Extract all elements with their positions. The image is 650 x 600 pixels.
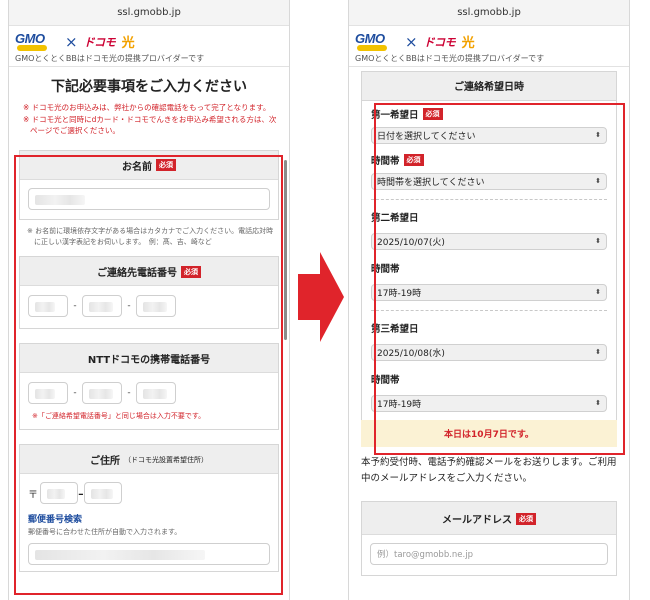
highlight-box-form (14, 155, 283, 595)
email-card: メールアドレス 必須 例）taro@gmobb.ne.jp (361, 501, 617, 577)
url-bar[interactable]: ssl.gmobb.jp (9, 0, 289, 26)
cross-mark: × (65, 32, 78, 51)
scrollbar[interactable] (284, 160, 287, 340)
docomo-hikari-logo: ドコモ光 (423, 36, 475, 51)
contact-datetime-title: ご連絡希望日時 (361, 71, 617, 101)
brand-header: GMO × ドコモ光 GMOとくとくBBはドコモ光の提携プロバイダーです (349, 26, 629, 66)
notice-list: ※ ドコモ光のお申込みは、弊社からの確認電話をもって完了となります。 ※ ドコモ… (9, 102, 289, 137)
docomo-hikari-logo: ドコモ光 (83, 36, 135, 51)
cross-mark: × (405, 32, 418, 51)
email-input[interactable]: 例）taro@gmobb.ne.jp (370, 543, 608, 566)
url-text: ssl.gmobb.jp (457, 7, 521, 18)
brand-header: GMO × ドコモ光 GMOとくとくBBはドコモ光の提携プロバイダーです (9, 26, 289, 66)
email-title: メールアドレス (442, 515, 512, 527)
page-title: 下記必要事項をご入力ください (51, 79, 247, 95)
gmo-logo: GMO (355, 31, 397, 51)
url-bar[interactable]: ssl.gmobb.jp (349, 0, 629, 26)
gmo-logo: GMO (15, 31, 57, 51)
required-badge: 必須 (516, 512, 536, 525)
notice-item: ※ ドコモ光のお申込みは、弊社からの確認電話をもって完了となります。 (23, 103, 271, 112)
url-text: ssl.gmobb.jp (117, 7, 181, 18)
right-arrow-icon (298, 252, 344, 342)
highlight-box-datetime (374, 103, 625, 455)
brand-tagline: GMOとくとくBBはドコモ光の提携プロバイダーです (15, 54, 205, 63)
notice-item: ※ ドコモ光と同時にdカード・ドコモでんきをお申込み希望される方は、次ページでご… (23, 114, 277, 136)
brand-tagline: GMOとくとくBBはドコモ光の提携プロバイダーです (355, 54, 545, 63)
